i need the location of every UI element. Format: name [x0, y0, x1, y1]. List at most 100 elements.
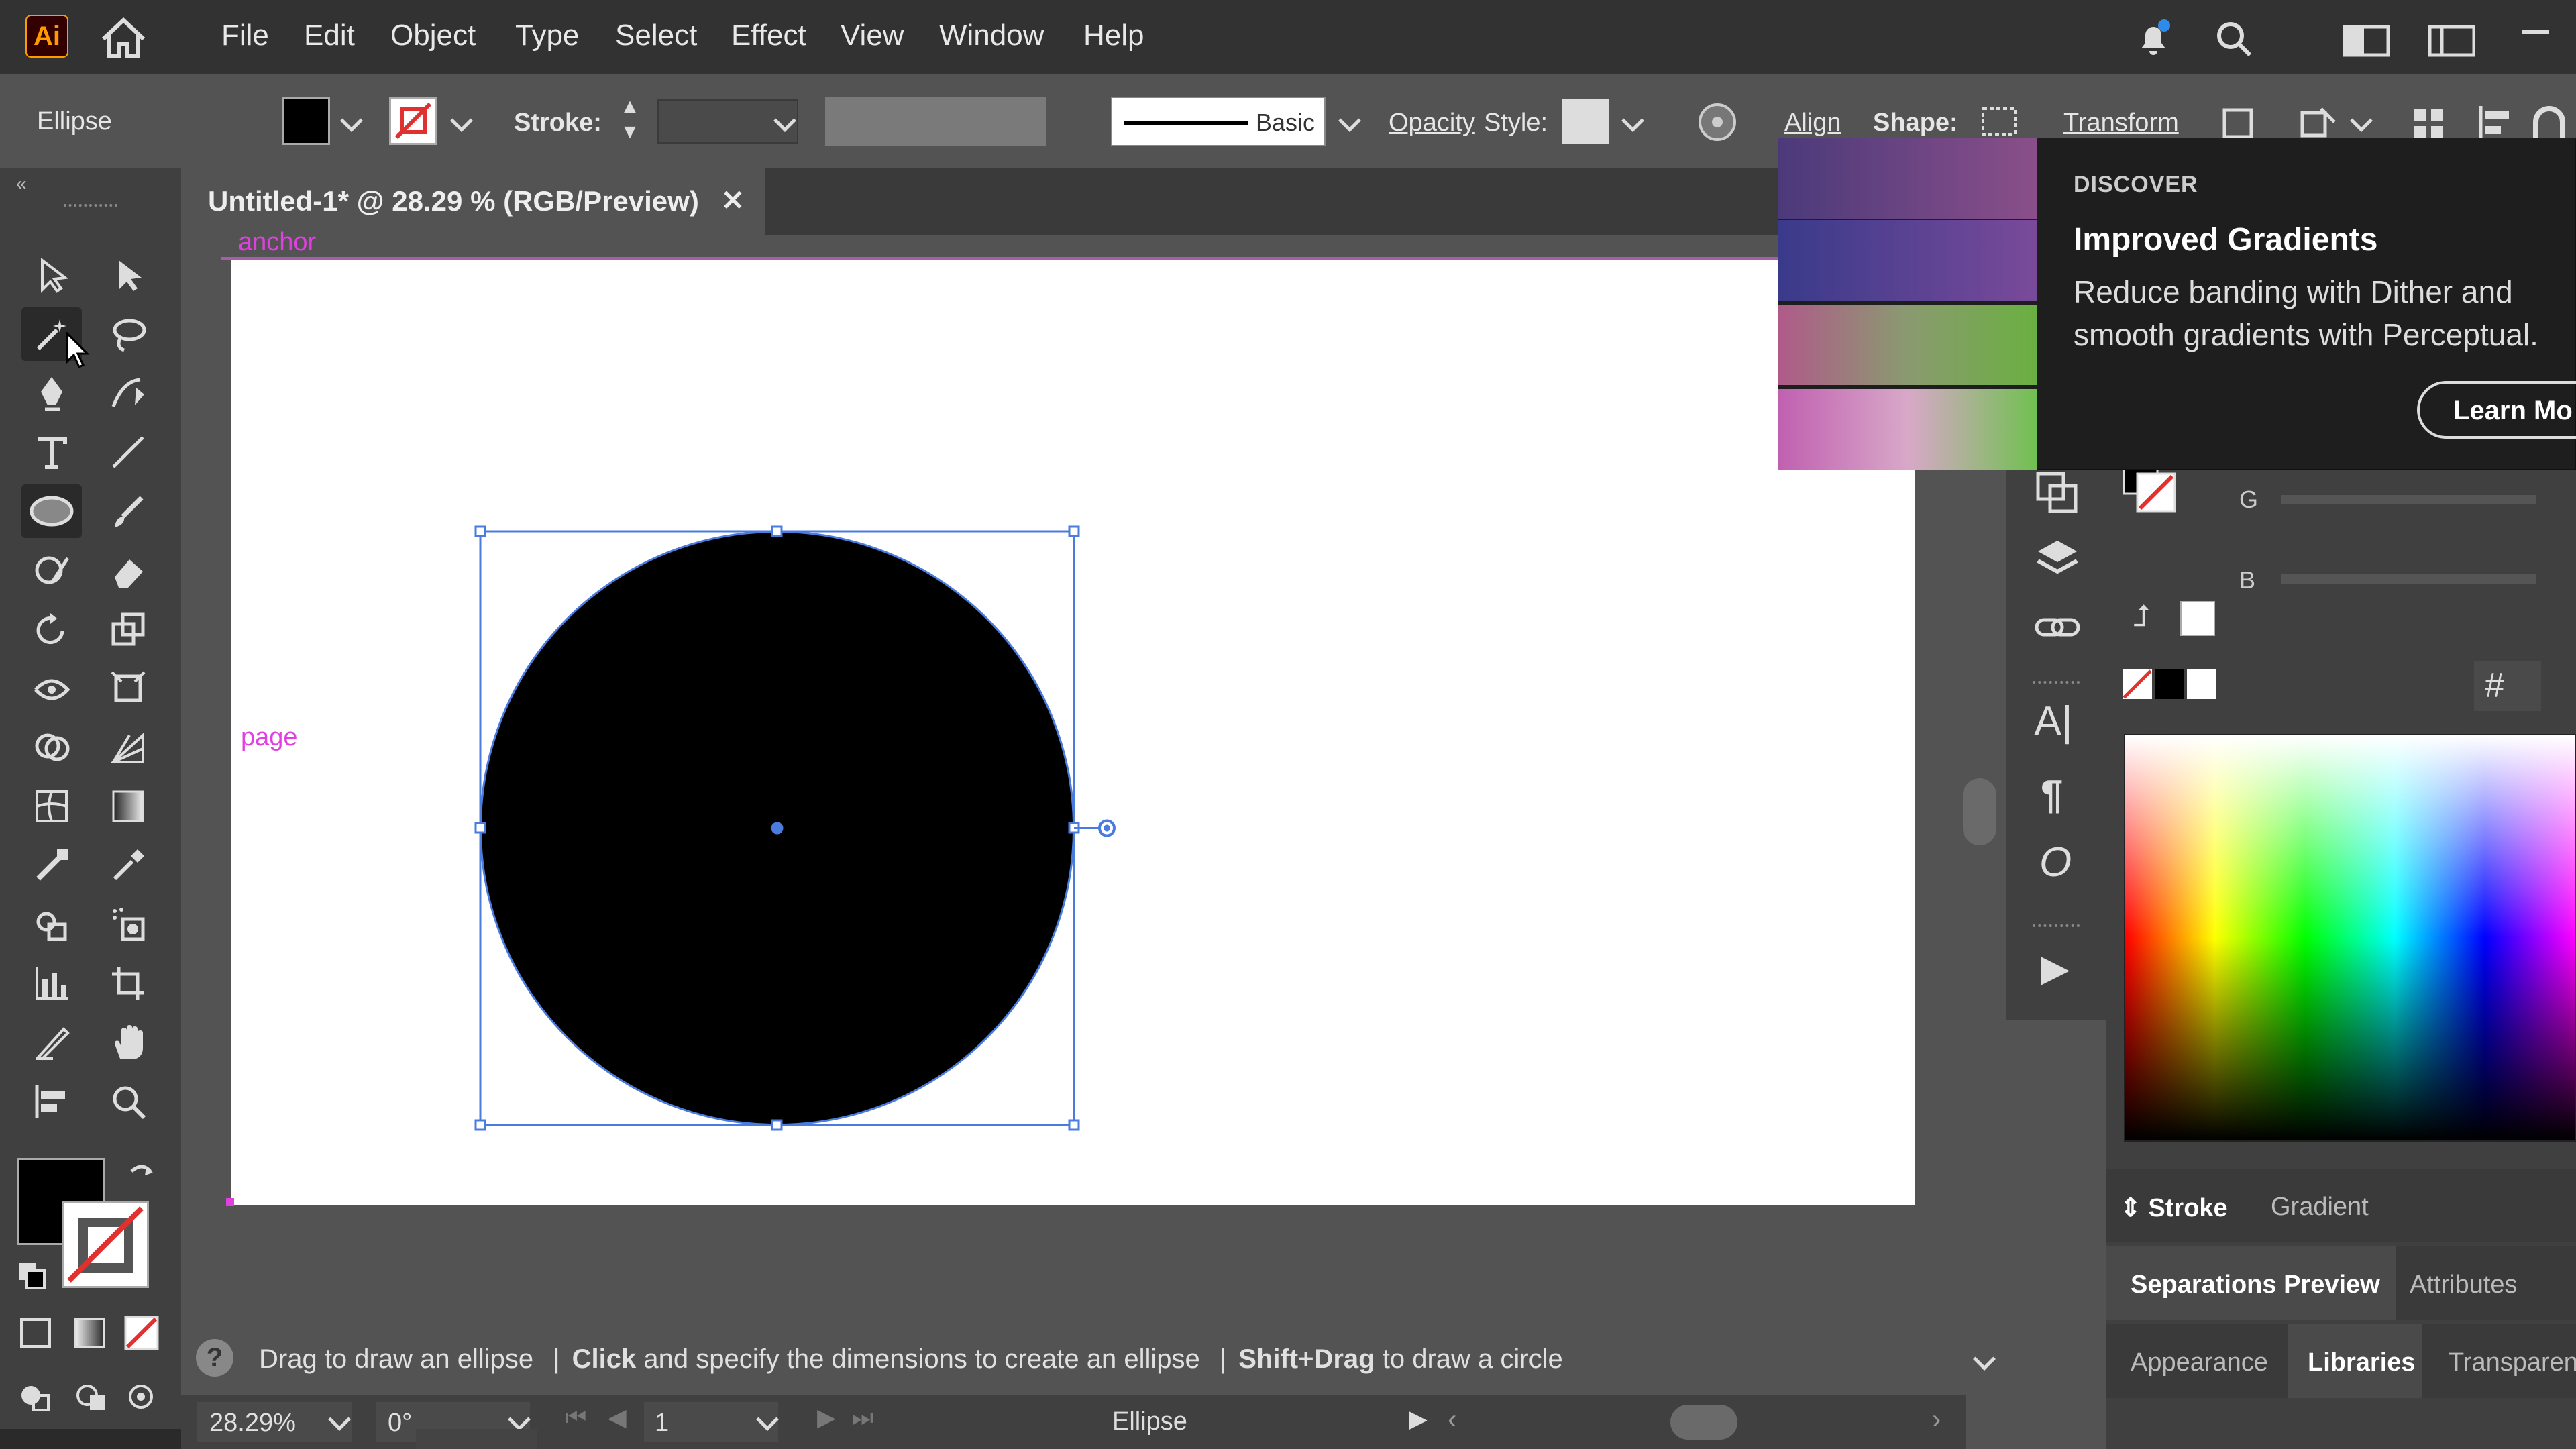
workspace-icon[interactable] [2428, 24, 2475, 58]
gradient-mode-icon[interactable] [74, 1318, 105, 1348]
learn-more-button[interactable]: Learn Mo [2417, 381, 2576, 439]
hex-field-label[interactable]: # [2474, 661, 2541, 711]
menu-help[interactable]: Help [1083, 19, 1144, 52]
arrange-documents-icon[interactable] [2343, 24, 2390, 58]
scroll-right-icon[interactable]: › [1932, 1405, 1941, 1435]
stroke-weight-stepper[interactable]: ▲ ▼ [614, 94, 646, 148]
paintbrush-tool-icon[interactable] [98, 484, 158, 538]
status-menu-arrow-icon[interactable]: ▶ [1409, 1405, 1428, 1433]
gradient-tool-icon[interactable] [98, 780, 158, 833]
menu-view[interactable]: View [841, 19, 904, 52]
tab-attributes[interactable]: Attributes [2410, 1271, 2518, 1299]
live-paint-bucket-tool-icon[interactable] [21, 898, 82, 951]
curvature-tool-icon[interactable] [98, 366, 158, 420]
chevron-down-icon[interactable] [450, 109, 473, 132]
gamut-swatch[interactable] [2180, 601, 2215, 636]
menu-window[interactable]: Window [939, 19, 1044, 52]
tab-stroke[interactable]: ⇕ Stroke [2120, 1193, 2228, 1223]
draw-inside-icon[interactable] [123, 1379, 160, 1415]
tab-gradient[interactable]: Gradient [2271, 1193, 2369, 1222]
character-icon[interactable]: A| [2034, 698, 2072, 745]
align-link[interactable]: Align [1784, 109, 1841, 138]
default-fill-stroke-icon[interactable] [16, 1260, 50, 1293]
menu-edit[interactable]: Edit [304, 19, 355, 52]
panel-grip[interactable] [64, 204, 117, 211]
none-mode-icon[interactable] [123, 1315, 160, 1351]
color-spectrum[interactable] [2124, 734, 2576, 1142]
transform-link[interactable]: Transform [2063, 109, 2179, 138]
tab-appearance[interactable]: Appearance [2131, 1348, 2268, 1377]
eraser-tool-icon[interactable] [98, 543, 158, 597]
minimize-icon[interactable] [2522, 30, 2549, 34]
ellipse-tool-icon[interactable] [21, 484, 82, 538]
last-artboard-icon[interactable]: ⏭ [852, 1403, 873, 1432]
brush-definition[interactable]: Basic [1111, 97, 1326, 146]
actions-play-icon[interactable]: ▶ [2041, 946, 2070, 990]
graphic-style-swatch[interactable] [1562, 99, 1609, 144]
draw-normal-icon[interactable] [17, 1379, 54, 1415]
eyedropper-tool-icon[interactable] [98, 839, 158, 892]
first-artboard-icon[interactable]: ⏮ [565, 1403, 586, 1432]
artboard-tool-icon[interactable] [98, 957, 158, 1010]
menu-object[interactable]: Object [390, 19, 476, 52]
blend-tool-icon[interactable] [21, 839, 82, 892]
search-icon[interactable] [2214, 19, 2254, 59]
panel-grip[interactable] [2033, 924, 2080, 928]
chevron-down-icon[interactable] [1338, 109, 1361, 132]
color-mode-icon[interactable] [20, 1318, 51, 1348]
blue-slider[interactable] [2281, 574, 2536, 584]
line-segment-tool-icon[interactable] [98, 425, 158, 479]
shaper-tool-icon[interactable] [21, 543, 82, 597]
menu-effect[interactable]: Effect [731, 19, 806, 52]
scale-tool-icon[interactable] [98, 602, 158, 656]
vertical-scrollbar-thumb[interactable] [1963, 778, 1996, 845]
pen-tool-icon[interactable] [21, 366, 82, 420]
direct-selection-tool-icon[interactable] [98, 248, 158, 302]
perspective-grid-tool-icon[interactable] [98, 720, 158, 774]
ellipse-selection[interactable] [470, 518, 1127, 1135]
pathfinder-icon[interactable] [2034, 470, 2081, 517]
links-icon[interactable] [2034, 604, 2081, 651]
horizontal-scrollbar-thumb[interactable] [1670, 1405, 1737, 1440]
quick-color-swatches[interactable] [2120, 665, 2227, 703]
out-of-gamut-icon[interactable]: ⮥ [2133, 600, 2151, 633]
chevron-down-icon[interactable] [340, 109, 363, 132]
draw-behind-icon[interactable] [74, 1379, 110, 1415]
bell-icon[interactable] [2133, 19, 2174, 59]
tab-libraries[interactable]: Libraries [2308, 1348, 2416, 1377]
layers-icon[interactable] [2034, 537, 2081, 584]
stroke-swatch[interactable] [389, 97, 437, 145]
type-tool-icon[interactable] [21, 425, 82, 479]
taskbar-item[interactable] [416, 1429, 537, 1449]
menu-select[interactable]: Select [615, 19, 697, 52]
column-graph-tool-icon[interactable] [21, 957, 82, 1010]
opacity-link[interactable]: Opacity [1389, 109, 1475, 138]
paragraph-icon[interactable]: ¶ [2041, 771, 2063, 818]
mesh-tool-icon[interactable] [21, 780, 82, 833]
menu-file[interactable]: File [221, 19, 269, 52]
menu-type[interactable]: Type [515, 19, 579, 52]
next-artboard-icon[interactable]: ▶ [817, 1403, 836, 1432]
symbol-sprayer-tool-icon[interactable] [98, 898, 158, 951]
rotate-tool-icon[interactable] [21, 602, 82, 656]
variable-width-profile[interactable] [825, 97, 1046, 146]
green-slider[interactable] [2281, 495, 2536, 504]
zoom-level-field[interactable]: 28.29% [197, 1402, 352, 1442]
close-tab-icon[interactable]: ✕ [721, 184, 745, 217]
recolor-artwork-icon[interactable] [1697, 102, 1737, 142]
panel-grip[interactable] [2033, 681, 2080, 685]
fill-swatch[interactable] [282, 97, 330, 145]
chevron-down-icon[interactable] [2350, 109, 2373, 132]
stroke-color-swatch[interactable] [62, 1201, 149, 1288]
swap-fill-stroke-icon[interactable] [125, 1158, 158, 1191]
shape-builder-tool-icon[interactable] [21, 720, 82, 774]
home-icon[interactable] [99, 16, 148, 59]
shape-bounds-icon[interactable] [1979, 105, 2019, 138]
help-icon[interactable]: ? [196, 1339, 233, 1377]
zoom-tool-icon[interactable] [98, 1075, 158, 1128]
slice-tool-icon[interactable] [21, 1016, 82, 1069]
chevron-down-icon[interactable] [1621, 109, 1644, 132]
artboard-number-field[interactable]: 1 [644, 1402, 778, 1442]
selection-tool-icon[interactable] [21, 248, 82, 302]
width-tool-icon[interactable] [21, 661, 82, 715]
